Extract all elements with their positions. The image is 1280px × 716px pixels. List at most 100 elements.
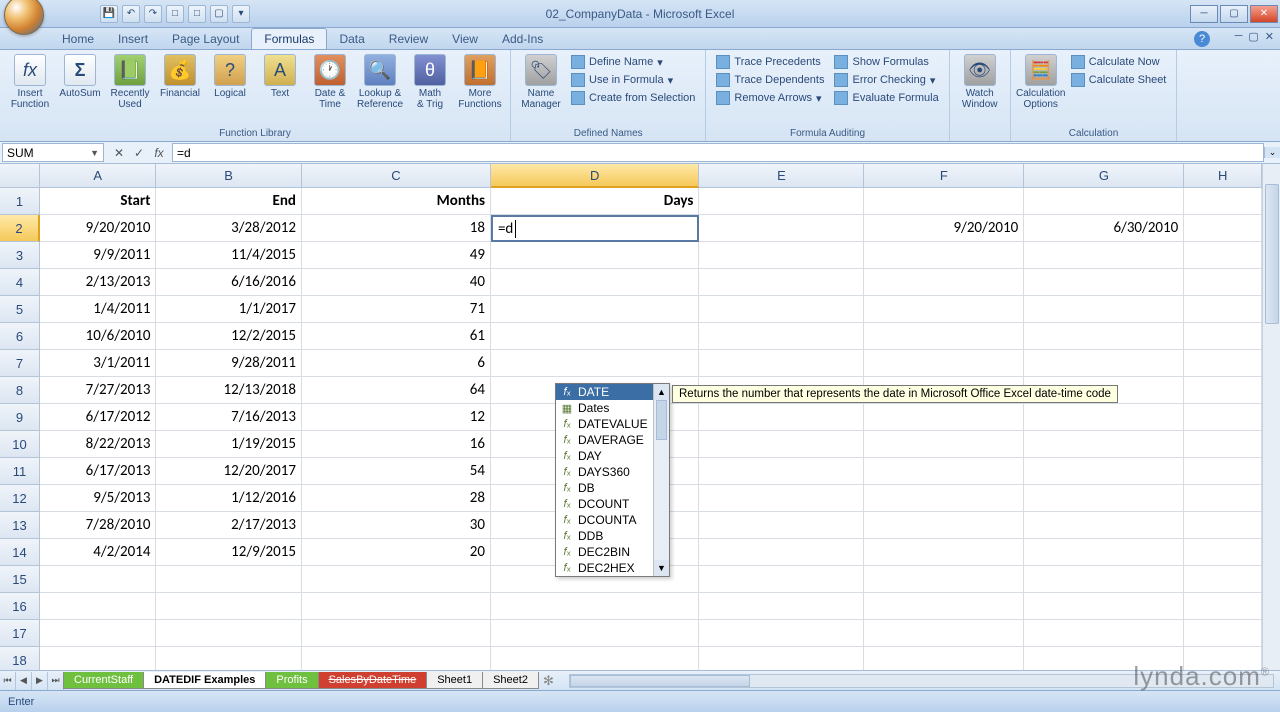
cell[interactable]: 12/13/2018 [156, 377, 302, 404]
cell[interactable] [1184, 539, 1262, 566]
cell[interactable] [864, 323, 1024, 350]
cell[interactable]: 3/28/2012 [156, 215, 301, 242]
cell[interactable]: 8/22/2013 [40, 431, 156, 458]
tab-view[interactable]: View [440, 29, 490, 49]
cell[interactable] [1024, 188, 1184, 215]
math-trig-button[interactable]: θMath & Trig [406, 52, 454, 112]
cell[interactable] [699, 269, 864, 296]
cell[interactable] [302, 647, 491, 670]
cell[interactable] [491, 647, 699, 670]
cell[interactable] [1024, 512, 1184, 539]
restore-workbook-icon[interactable]: ▢ [1248, 30, 1258, 43]
remove-arrows-button[interactable]: Remove Arrows ▾ [712, 90, 828, 106]
first-sheet-button[interactable]: ⏮ [0, 672, 16, 690]
cell[interactable]: 6/17/2012 [40, 404, 156, 431]
cell[interactable] [1184, 566, 1262, 593]
cell[interactable]: 6/17/2013 [40, 458, 156, 485]
cell[interactable]: 1/12/2016 [156, 485, 302, 512]
cell[interactable] [864, 350, 1024, 377]
more-functions-button[interactable]: 📙More Functions [456, 52, 504, 112]
formula-autocomplete-dropdown[interactable]: 𝑓ₓDATE▦Dates𝑓ₓDATEVALUE𝑓ₓDAVERAGE𝑓ₓDAY𝑓ₓ… [555, 383, 670, 577]
watch-window-button[interactable]: 👁Watch Window [956, 52, 1004, 112]
column-header[interactable]: G [1024, 164, 1184, 188]
lookup-reference-button[interactable]: 🔍Lookup & Reference [356, 52, 404, 112]
cell[interactable] [864, 404, 1024, 431]
column-header[interactable]: B [156, 164, 301, 188]
sheet-tab[interactable]: Profits [265, 672, 318, 689]
cell[interactable]: End [156, 188, 302, 215]
scroll-up-icon[interactable]: ▲ [654, 384, 669, 400]
cell[interactable] [1184, 188, 1262, 215]
cell[interactable] [864, 431, 1024, 458]
cell[interactable] [491, 242, 699, 269]
tab-addins[interactable]: Add-Ins [490, 29, 555, 49]
cell[interactable] [302, 593, 491, 620]
cell[interactable] [699, 458, 864, 485]
cell[interactable] [699, 593, 864, 620]
cell[interactable] [491, 269, 699, 296]
cell[interactable] [864, 539, 1024, 566]
cell[interactable] [1024, 296, 1184, 323]
undo-icon[interactable]: ↶ [122, 5, 140, 23]
row-header[interactable]: 12 [0, 485, 40, 512]
column-header[interactable]: D [491, 164, 700, 188]
cell[interactable]: Start [40, 188, 156, 215]
date-time-button[interactable]: 🕐Date & Time [306, 52, 354, 112]
cell[interactable] [1024, 593, 1184, 620]
cell[interactable] [491, 323, 699, 350]
redo-icon[interactable]: ↷ [144, 5, 162, 23]
select-all-button[interactable] [0, 164, 40, 188]
cell[interactable] [1184, 431, 1262, 458]
cell[interactable] [699, 566, 864, 593]
minimize-ribbon-icon[interactable]: ─ [1235, 30, 1243, 43]
cell[interactable] [699, 620, 864, 647]
use-in-formula-button[interactable]: Use in Formula ▾ [567, 72, 699, 88]
cell[interactable]: 1/4/2011 [40, 296, 156, 323]
save-icon[interactable]: 💾 [100, 5, 118, 23]
cell[interactable] [1024, 404, 1184, 431]
cell[interactable]: 7/16/2013 [156, 404, 302, 431]
autosum-button[interactable]: ΣAutoSum [56, 52, 104, 101]
cell[interactable] [1184, 242, 1262, 269]
column-header[interactable]: C [302, 164, 491, 188]
cell[interactable] [1024, 485, 1184, 512]
trace-precedents-button[interactable]: Trace Precedents [712, 54, 828, 70]
cell[interactable] [491, 620, 699, 647]
cell[interactable]: 9/20/2010 [864, 215, 1024, 242]
cell[interactable]: 54 [302, 458, 491, 485]
cell[interactable] [491, 296, 699, 323]
cell[interactable] [1184, 215, 1262, 242]
row-header[interactable]: 5 [0, 296, 40, 323]
cell[interactable] [1184, 593, 1262, 620]
show-formulas-button[interactable]: Show Formulas [830, 54, 942, 70]
autocomplete-scrollbar[interactable]: ▲ ▼ [653, 384, 669, 576]
cell[interactable] [864, 620, 1024, 647]
cell[interactable] [864, 458, 1024, 485]
chevron-down-icon[interactable]: ▼ [90, 148, 99, 158]
calculation-options-button[interactable]: 🧮Calculation Options [1017, 52, 1065, 112]
cell[interactable]: 1/19/2015 [156, 431, 302, 458]
cell[interactable]: 7/27/2013 [40, 377, 156, 404]
qat-btn[interactable]: ▢ [210, 5, 228, 23]
cell[interactable]: 2/13/2013 [40, 269, 156, 296]
cell[interactable]: Months [302, 188, 491, 215]
cell[interactable] [864, 512, 1024, 539]
cell[interactable] [40, 593, 156, 620]
cell[interactable] [864, 188, 1024, 215]
cell[interactable] [1024, 350, 1184, 377]
cell[interactable] [699, 485, 864, 512]
column-header[interactable]: E [699, 164, 864, 188]
sheet-tab[interactable]: Sheet2 [482, 672, 539, 689]
cell[interactable] [864, 269, 1024, 296]
cell[interactable] [699, 512, 864, 539]
evaluate-formula-button[interactable]: Evaluate Formula [830, 90, 942, 106]
cell[interactable]: 9/5/2013 [40, 485, 156, 512]
cell[interactable] [1024, 269, 1184, 296]
next-sheet-button[interactable]: ▶ [32, 672, 48, 690]
row-header[interactable]: 3 [0, 242, 40, 269]
column-header[interactable]: A [40, 164, 156, 188]
row-header[interactable]: 10 [0, 431, 40, 458]
help-icon[interactable]: ? [1194, 31, 1210, 47]
cell[interactable]: 9/20/2010 [40, 215, 156, 242]
cell[interactable]: 12 [302, 404, 491, 431]
